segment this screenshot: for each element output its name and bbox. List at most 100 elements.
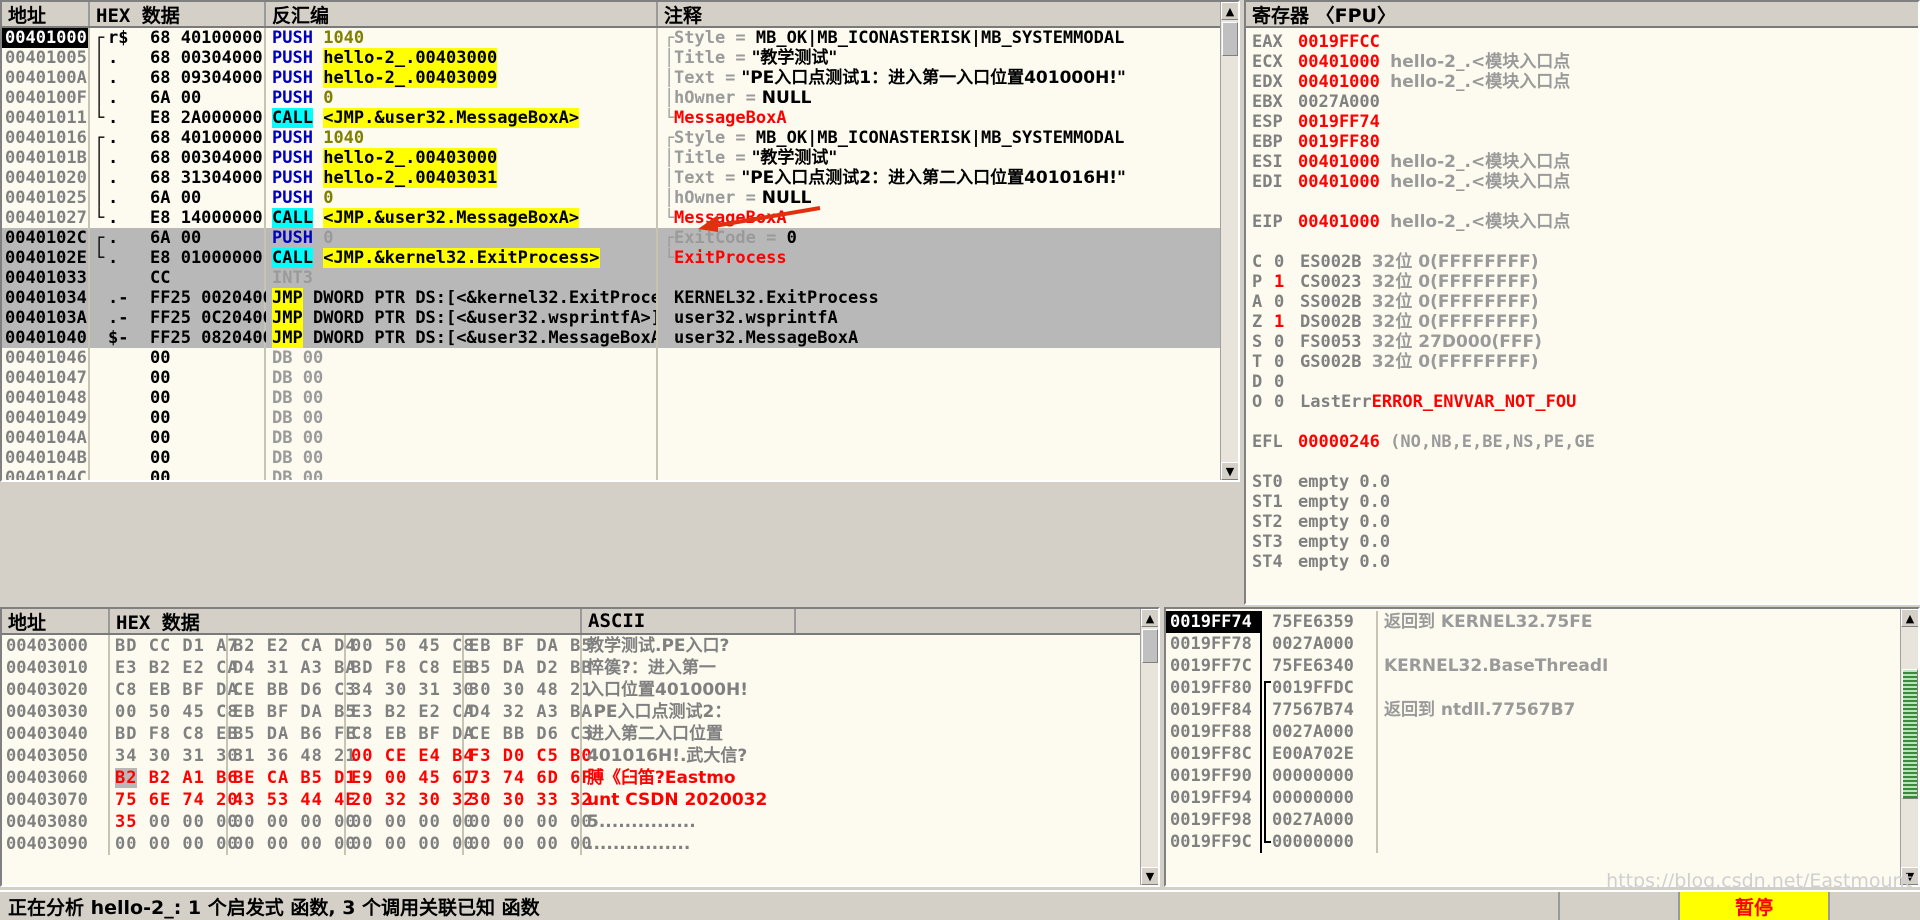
stack-address[interactable]: 0019FF78 (1166, 633, 1262, 655)
fpu-st1[interactable]: ST1 empty 0.0 (1252, 492, 1918, 512)
stack-address[interactable]: 0019FF9C (1166, 831, 1262, 853)
stack-value[interactable]: 0027A000 (1262, 721, 1378, 743)
dump-hex-group[interactable]: 30 30 48 21 (464, 679, 592, 701)
stack-value[interactable]: 0027A000 (1262, 633, 1378, 655)
dump-hex-group[interactable]: 00 00 00 00 (464, 833, 592, 855)
flag-c[interactable]: C 0 ES 002B 32位 0(FFFFFFFF) (1252, 252, 1918, 272)
stack-value[interactable]: 00000000 (1262, 787, 1378, 809)
flag-z[interactable]: Z 1 DS 002B 32位 0(FFFFFFFF) (1252, 312, 1918, 332)
col-header-disassembly[interactable]: 反汇编 (266, 2, 658, 26)
disassembly-row[interactable]: 0040104C 00 DB 00 (2, 468, 1238, 480)
disassembly-row[interactable]: 00401011 └. E8 2A000000 CALL <JMP.&user32.M… (2, 108, 1238, 128)
register-ecx[interactable]: ECX 00401000 hello-2_.<模块入口点 (1252, 52, 1918, 72)
dump-hex-group[interactable]: E3 B2 E2 CA (346, 701, 474, 723)
disasm-address[interactable]: 00401011 (2, 108, 90, 128)
stack-value[interactable]: 00000000 (1262, 765, 1378, 787)
dump-address[interactable]: 00403050 (2, 745, 110, 767)
disassembly-row[interactable]: 00401027 └. E8 14000000 CALL <JMP.&user32.M… (2, 208, 1238, 228)
register-eip[interactable]: EIP 00401000 hello-2_.<模块入口点 (1252, 212, 1918, 232)
registers-panel[interactable]: 寄存器 〈FPU〉 EAX 0019FFCC ECX 00401000 hello-2… (1244, 0, 1920, 605)
dump-hex-group[interactable]: 34 30 31 30 (110, 745, 238, 767)
disassembly-row[interactable]: 0040100A │. 68 09304000 PUSH hello-2_.00403… (2, 68, 1238, 88)
disasm-address[interactable]: 0040100A (2, 68, 90, 88)
dump-hex-group[interactable]: BD F8 C8 EB (346, 657, 474, 679)
stack-value[interactable]: 75FE6359 (1262, 611, 1378, 633)
stack-address[interactable]: 0019FF80 (1166, 677, 1262, 699)
dump-ascii[interactable]: 教学测试.PE入口? (582, 635, 1158, 657)
disasm-address[interactable]: 00401040 (2, 328, 90, 348)
disasm-address[interactable]: 00401047 (2, 368, 90, 388)
dump-hex-group[interactable]: 00 00 00 00 (346, 833, 474, 855)
disassembly-row[interactable]: 00401005 │. 68 00304000 PUSH hello-2_.00403… (2, 48, 1238, 68)
dump-hex-group[interactable]: 00 00 00 00 (228, 833, 356, 855)
stack-address[interactable]: 0019FF88 (1166, 721, 1262, 743)
disassembly-row[interactable]: 00401047 00 DB 00 (2, 368, 1238, 388)
disasm-address[interactable]: 0040102E (2, 248, 90, 268)
stack-value[interactable]: E00A702E (1262, 743, 1378, 765)
dump-address[interactable]: 00403080 (2, 811, 110, 833)
disasm-address[interactable]: 00401049 (2, 408, 90, 428)
dump-row[interactable]: 00403080 35 00 00 00 00 00 00 00 00 00 00 0… (2, 811, 1158, 833)
disassembly-row[interactable]: 00401016 ┌. 68 40100000 PUSH 1040 ┌Style = M… (2, 128, 1238, 148)
dump-ascii[interactable]: unt CSDN 2020032 (582, 789, 1158, 811)
fpu-st2[interactable]: ST2 empty 0.0 (1252, 512, 1918, 532)
dump-hex-group[interactable]: B5 DA B6 FE (228, 723, 356, 745)
register-efl[interactable]: EFL 00000246 (NO,NB,E,BE,NS,PE,GE (1252, 432, 1918, 452)
disassembly-row[interactable]: 00401048 00 DB 00 (2, 388, 1238, 408)
dump-ascii[interactable]: .PE入口点测试2： (582, 701, 1158, 723)
disasm-address[interactable]: 00401005 (2, 48, 90, 68)
disasm-address[interactable]: 00401027 (2, 208, 90, 228)
disasm-address[interactable]: 00401034 (2, 288, 90, 308)
dump-hex-group[interactable]: D4 31 A3 BA (228, 657, 356, 679)
dump-row[interactable]: 00403030 00 50 45 C8 EB BF DA B5 E3 B2 E2 C… (2, 701, 1158, 723)
dump-hex-group[interactable]: 00 50 45 C8 (110, 701, 238, 723)
register-edx[interactable]: EDX 00401000 hello-2_.<模块入口点 (1252, 72, 1918, 92)
disasm-address[interactable]: 0040104A (2, 428, 90, 448)
dump-hex-group[interactable]: D4 32 A3 BA (464, 701, 592, 723)
dump-hex-group[interactable]: E3 B2 E2 CA (110, 657, 238, 679)
dump-col-header-address[interactable]: 地址 (2, 609, 110, 633)
dump-hex-group[interactable]: F3 D0 C5 B0 (464, 745, 592, 767)
dump-row[interactable]: 00403020 C8 EB BF DA CE BB D6 C3 34 30 31 3… (2, 679, 1158, 701)
disassembly-row[interactable]: 0040102C ┌. 6A 00 PUSH 0 ┌ExitCode = 0 (2, 228, 1238, 248)
dump-hex-group[interactable]: CE BB D6 C3 (228, 679, 356, 701)
stack-value[interactable]: 0027A000 (1262, 809, 1378, 831)
dump-hex-group[interactable]: 34 30 31 30 (346, 679, 474, 701)
disassembly-row[interactable]: 00401025 │. 6A 00 PUSH 0 │hOwner = NULL (2, 188, 1238, 208)
disassembly-row[interactable]: 0040101B │. 68 00304000 PUSH hello-2_.00403… (2, 148, 1238, 168)
stack-value[interactable]: 00000000 (1262, 827, 1378, 853)
stack-row[interactable]: 0019FF84 77567B74 返回到 ntdll.77567B7 (1166, 699, 1918, 721)
dump-ascii[interactable]: 入口位置401000H! (582, 679, 1158, 701)
fpu-st4[interactable]: ST4 empty 0.0 (1252, 552, 1918, 572)
dump-address[interactable]: 00403030 (2, 701, 110, 723)
dump-hex-group[interactable]: B2 E2 CA D4 (228, 635, 356, 657)
scroll-down-icon[interactable]: ▼ (1221, 462, 1238, 480)
dump-scroll-thumb[interactable] (1142, 629, 1158, 663)
col-header-hexdata[interactable]: HEX 数据 (90, 2, 266, 26)
register-ebp[interactable]: EBP 0019FF80 (1252, 132, 1918, 152)
disassembly-row[interactable]: 0040104B 00 DB 00 (2, 448, 1238, 468)
dump-row[interactable]: 00403050 34 30 31 30 31 36 48 21 00 CE E4 B… (2, 745, 1158, 767)
dump-hex-group[interactable]: 30 30 33 32 (464, 789, 592, 811)
flag-p[interactable]: P 1 CS 0023 32位 0(FFFFFFFF) (1252, 272, 1918, 292)
stack-address[interactable]: 0019FF90 (1166, 765, 1262, 787)
stack-row[interactable]: 0019FF90 00000000 (1166, 765, 1918, 787)
dump-row[interactable]: 00403070 75 6E 74 20 43 53 44 4E 20 32 30 3… (2, 789, 1158, 811)
disassembly-row[interactable]: 0040103A .- FF25 0C20400 JMP DWORD PTR DS:[… (2, 308, 1238, 328)
stack-row[interactable]: 0019FF98 0027A000 (1166, 809, 1918, 831)
stack-scrollbar[interactable]: ▲ ▼ (1900, 609, 1918, 885)
dump-address[interactable]: 00403090 (2, 833, 110, 855)
stack-scroll-down-icon[interactable]: ▼ (1901, 867, 1918, 885)
dump-address[interactable]: 00403060 (2, 767, 110, 789)
dump-hex-group[interactable]: E9 00 45 61 (346, 767, 474, 789)
dump-col-header-ascii[interactable]: ASCII (582, 609, 796, 633)
dump-hex-group[interactable]: EB BF DA B5 (228, 701, 356, 723)
dump-row[interactable]: 00403000 BD CC D1 A7 B2 E2 CA D4 00 50 45 C… (2, 635, 1158, 657)
dump-row[interactable]: 00403040 BD F8 C8 EB B5 DA B6 FE C8 EB BF D… (2, 723, 1158, 745)
dump-hex-group[interactable]: 00 CE E4 B4 (346, 745, 474, 767)
dump-hex-group[interactable]: 00 00 00 00 (110, 833, 238, 855)
dump-ascii[interactable]: ................ (582, 833, 1158, 855)
flag-a[interactable]: A 0 SS 002B 32位 0(FFFFFFFF) (1252, 292, 1918, 312)
disasm-address[interactable]: 00401016 (2, 128, 90, 148)
disassembly-row[interactable]: 00401020 │. 68 31304000 PUSH hello-2_.00403… (2, 168, 1238, 188)
